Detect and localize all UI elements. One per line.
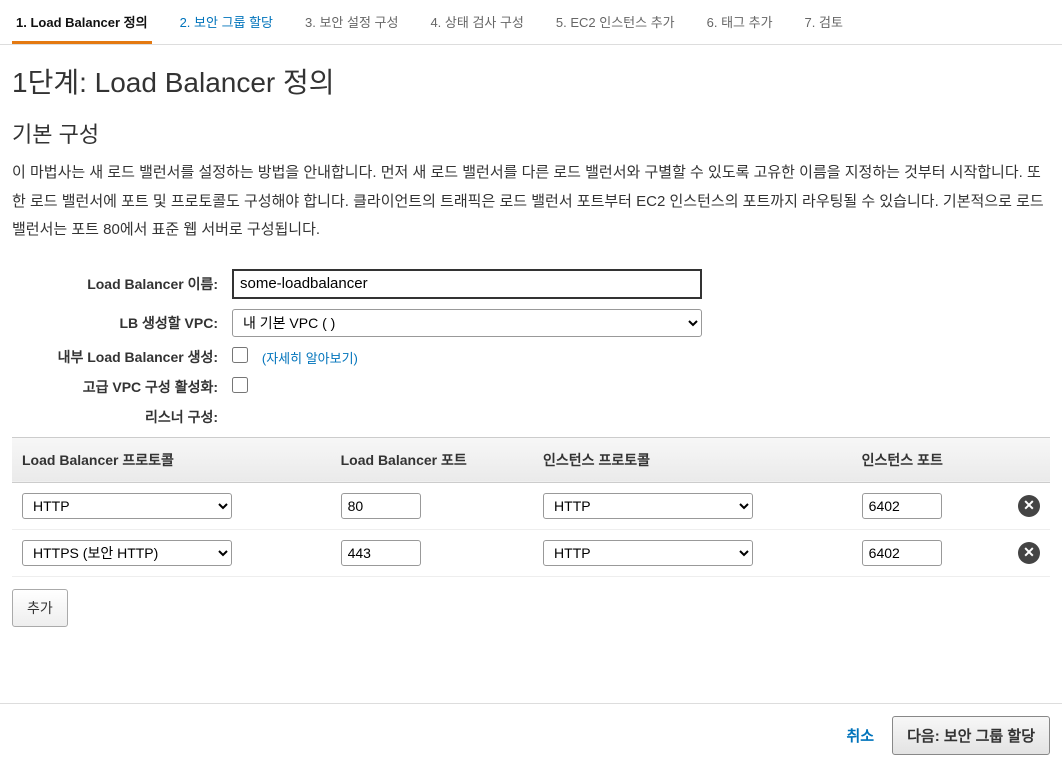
th-lb-port: Load Balancer 포트 xyxy=(331,437,533,482)
inst-port-input[interactable] xyxy=(862,540,942,566)
lb-port-input[interactable] xyxy=(341,493,421,519)
label-vpc: LB 생성할 VPC: xyxy=(12,313,232,333)
lb-port-input[interactable] xyxy=(341,540,421,566)
th-inst-protocol: 인스턴스 프로토콜 xyxy=(533,437,852,482)
next-button[interactable]: 다음: 보안 그룹 할당 xyxy=(892,716,1050,755)
wizard-step-6[interactable]: 6. 태그 추가 xyxy=(703,6,777,44)
lb-name-input[interactable] xyxy=(232,269,702,299)
row-lb-name: Load Balancer 이름: xyxy=(12,269,1050,299)
advanced-vpc-checkbox-wrap xyxy=(232,377,258,396)
label-lb-name: Load Balancer 이름: xyxy=(12,274,232,294)
lb-protocol-select[interactable]: HTTP xyxy=(22,493,232,519)
lb-protocol-select[interactable]: HTTPS (보안 HTTP) xyxy=(22,540,232,566)
inst-port-input[interactable] xyxy=(862,493,942,519)
wizard-step-1[interactable]: 1. Load Balancer 정의 xyxy=(12,6,152,44)
vpc-select[interactable]: 내 기본 VPC ( ) xyxy=(232,309,702,337)
content-area: 1단계: Load Balancer 정의 기본 구성 이 마법사는 새 로드 … xyxy=(0,45,1062,643)
remove-row-button[interactable]: ✕ xyxy=(1018,495,1040,517)
wizard-nav: 1. Load Balancer 정의 2. 보안 그룹 할당 3. 보안 설정… xyxy=(0,0,1062,45)
row-vpc: LB 생성할 VPC: 내 기본 VPC ( ) xyxy=(12,309,1050,337)
advanced-vpc-checkbox[interactable] xyxy=(232,377,248,393)
close-icon: ✕ xyxy=(1023,544,1035,561)
inst-protocol-select[interactable]: HTTP xyxy=(543,540,753,566)
add-listener-button[interactable]: 추가 xyxy=(12,589,68,627)
wizard-step-2[interactable]: 2. 보안 그룹 할당 xyxy=(176,6,277,44)
page-title: 1단계: Load Balancer 정의 xyxy=(12,61,1050,101)
wizard-step-4[interactable]: 4. 상태 검사 구성 xyxy=(426,6,527,44)
listener-row: HTTP HTTP ✕ xyxy=(12,482,1050,529)
th-actions xyxy=(992,437,1050,482)
listener-table: Load Balancer 프로토콜 Load Balancer 포트 인스턴스… xyxy=(12,437,1050,577)
page-description: 이 마법사는 새 로드 밸런서를 설정하는 방법을 안내합니다. 먼저 새 로드… xyxy=(12,159,1050,245)
close-icon: ✕ xyxy=(1023,497,1035,514)
footer-bar: 취소 다음: 보안 그룹 할당 xyxy=(0,703,1062,767)
remove-row-button[interactable]: ✕ xyxy=(1018,542,1040,564)
learn-more-link[interactable]: (자세히 알아보기) xyxy=(262,351,358,366)
th-lb-protocol: Load Balancer 프로토콜 xyxy=(12,437,331,482)
page-subtitle: 기본 구성 xyxy=(12,117,1050,149)
wizard-step-7[interactable]: 7. 검토 xyxy=(801,6,847,44)
wizard-step-5[interactable]: 5. EC2 인스턴스 추가 xyxy=(552,6,679,44)
internal-checkbox[interactable] xyxy=(232,347,248,363)
label-internal: 내부 Load Balancer 생성: xyxy=(12,347,232,367)
label-advanced-vpc: 고급 VPC 구성 활성화: xyxy=(12,377,232,397)
listener-row: HTTPS (보안 HTTP) HTTP ✕ xyxy=(12,529,1050,576)
inst-protocol-select[interactable]: HTTP xyxy=(543,493,753,519)
row-advanced-vpc: 고급 VPC 구성 활성화: xyxy=(12,377,1050,397)
row-internal: 내부 Load Balancer 생성: (자세히 알아보기) xyxy=(12,347,1050,367)
label-listeners: 리스너 구성: xyxy=(12,407,232,427)
internal-checkbox-wrap: (자세히 알아보기) xyxy=(232,347,358,367)
row-listeners-label: 리스너 구성: xyxy=(12,407,1050,427)
cancel-link[interactable]: 취소 xyxy=(846,725,874,746)
wizard-step-3[interactable]: 3. 보안 설정 구성 xyxy=(301,6,402,44)
th-inst-port: 인스턴스 포트 xyxy=(852,437,992,482)
